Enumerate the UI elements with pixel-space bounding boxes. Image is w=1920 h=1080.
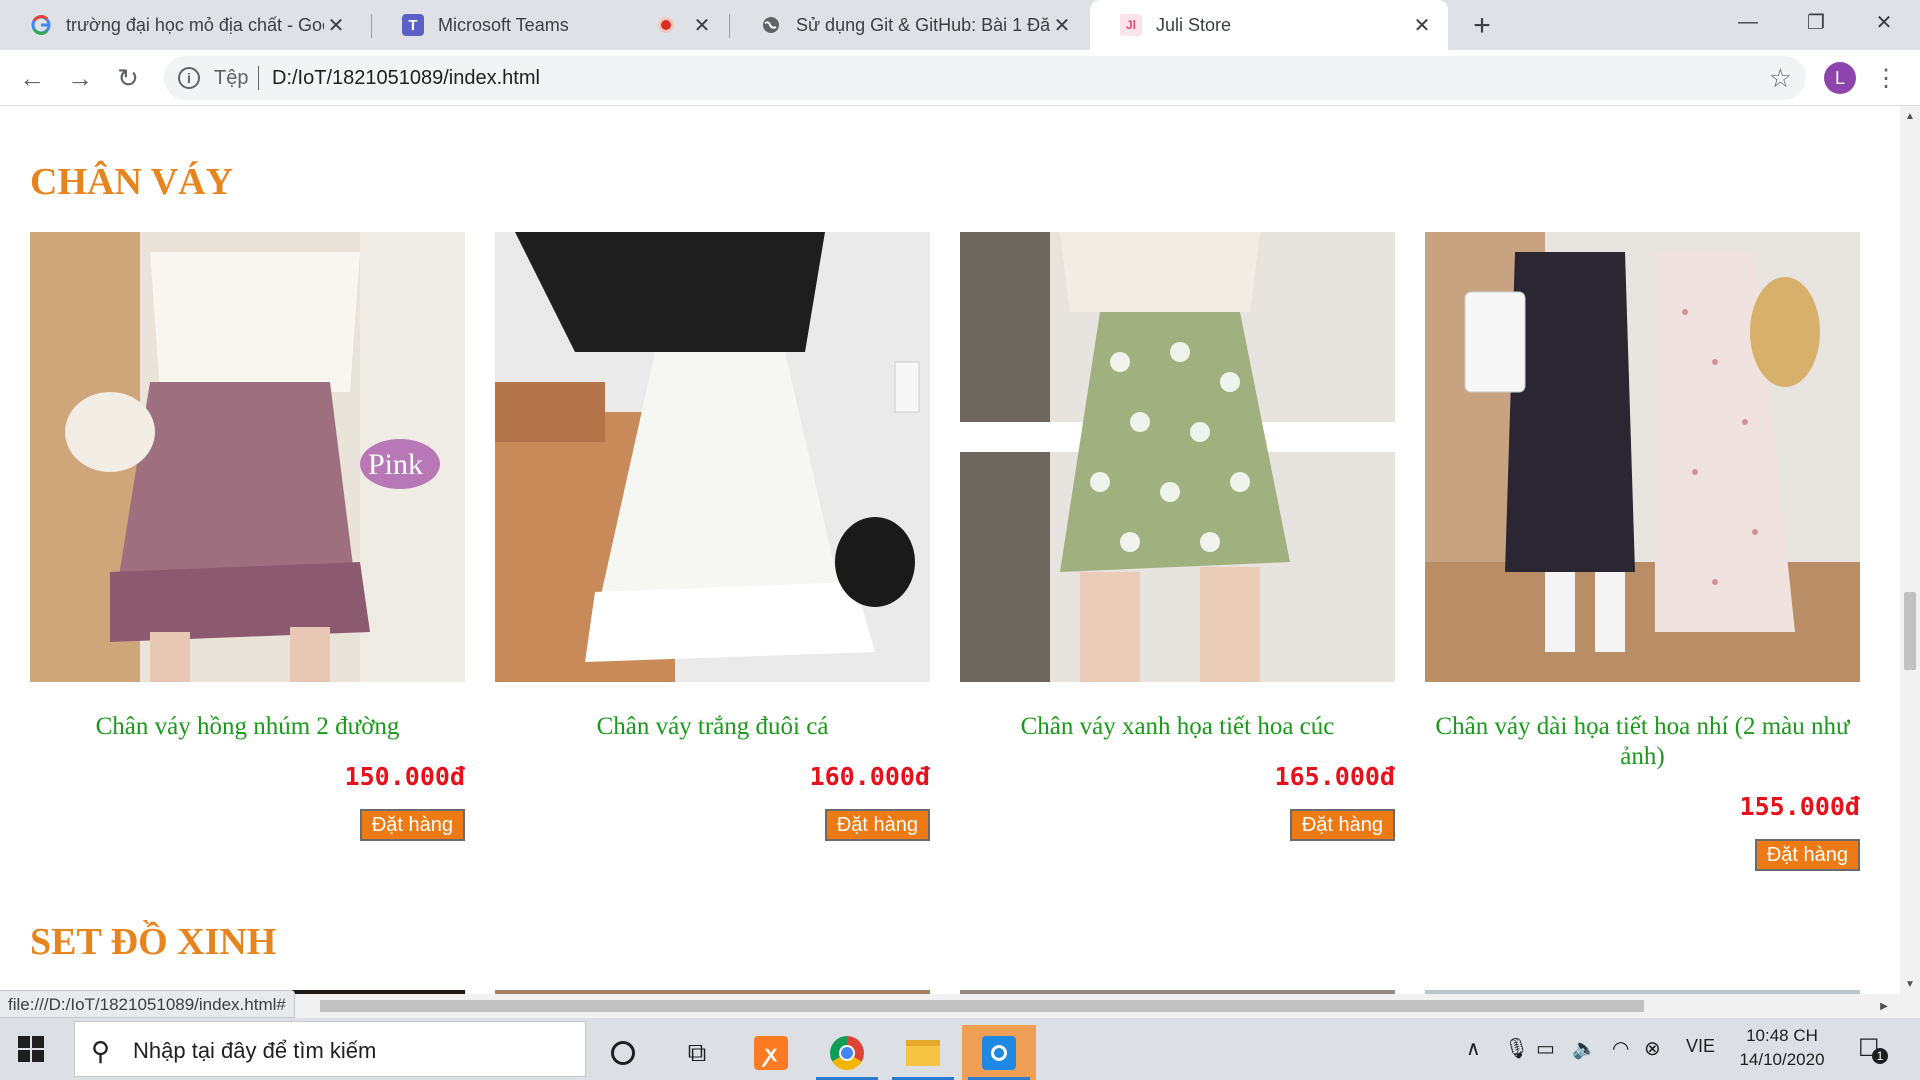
- clock-date: 14/10/2020: [1739, 1050, 1825, 1069]
- recording-icon: [658, 17, 674, 33]
- product-card: Chân váy xanh họa tiết hoa cúc 165.000đ …: [960, 232, 1395, 841]
- scroll-right-icon[interactable]: ▶: [1874, 994, 1894, 1018]
- restore-icon[interactable]: ❐: [1782, 0, 1850, 44]
- product-name[interactable]: Chân váy trắng đuôi cá: [495, 712, 930, 742]
- close-tab-icon[interactable]: ✕: [690, 13, 714, 37]
- tab-title: Sử dụng Git & GitHub: Bài 1 Đăng: [796, 14, 1050, 35]
- search-icon: ⚲: [91, 1036, 111, 1066]
- tab-title: trường đại học mỏ địa chất - Goo: [66, 14, 324, 35]
- scrollbar-thumb[interactable]: [320, 1000, 1644, 1012]
- order-button[interactable]: Đặt hàng: [359, 809, 465, 841]
- system-clock[interactable]: 10:48 CH 14/10/2020: [1730, 1024, 1834, 1072]
- product-price: 165.000đ: [1274, 762, 1395, 791]
- battery-icon[interactable]: ▭: [1536, 1036, 1555, 1061]
- product-image[interactable]: Pink: [30, 232, 465, 682]
- section-title-skirts: CHÂN VÁY: [30, 161, 234, 203]
- photo-overlay-label: Pink: [368, 448, 423, 481]
- cortana-icon[interactable]: [586, 1025, 660, 1080]
- browser-toolbar: ← → ↻ i Tệp D:/IoT/1821051089/index.html…: [0, 50, 1920, 106]
- xampp-icon[interactable]: ꭗ: [734, 1025, 808, 1080]
- forward-arrow-icon[interactable]: →: [62, 60, 98, 96]
- search-placeholder: Nhập tại đây để tìm kiếm: [133, 1038, 377, 1063]
- page-viewport: CHÂN VÁY Pink Chân váy hồng nhúm 2 đường…: [0, 106, 1900, 994]
- tab-strip: trường đại học mỏ địa chất - Goo ✕ T Mic…: [0, 0, 1920, 50]
- info-icon[interactable]: i: [178, 67, 200, 89]
- reload-icon[interactable]: ↻: [110, 60, 146, 96]
- vertical-scrollbar[interactable]: ▲ ▼: [1900, 106, 1920, 994]
- product-name[interactable]: Chân váy hồng nhúm 2 đường: [30, 712, 465, 742]
- globe-icon: [760, 14, 782, 36]
- close-tab-icon[interactable]: ✕: [1050, 13, 1074, 37]
- minimize-icon[interactable]: —: [1714, 0, 1782, 44]
- product-card: Chân váy dài họa tiết hoa nhí (2 màu như…: [1425, 232, 1860, 871]
- teams-icon: T: [402, 14, 424, 36]
- tab-microsoft-teams[interactable]: T Microsoft Teams ✕: [372, 0, 728, 50]
- volume-icon[interactable]: 🔈: [1572, 1036, 1597, 1061]
- product-price: 150.000đ: [344, 762, 465, 791]
- site-favicon-icon: Jl: [1120, 14, 1142, 36]
- action-center-icon[interactable]: ☐ 1: [1858, 1034, 1888, 1064]
- scheme-label: Tệp: [214, 67, 249, 89]
- profile-avatar[interactable]: L: [1824, 62, 1856, 94]
- taskbar-search-box[interactable]: ⚲ Nhập tại đây để tìm kiếm: [74, 1021, 586, 1077]
- bookmark-star-icon[interactable]: ☆: [1769, 63, 1792, 94]
- tab-google-search[interactable]: trường đại học mỏ địa chất - Goo ✕: [0, 0, 362, 50]
- file-explorer-icon[interactable]: [886, 1025, 960, 1080]
- product-name[interactable]: Chân váy dài họa tiết hoa nhí (2 màu như…: [1425, 712, 1860, 772]
- windows-start-icon[interactable]: [18, 1036, 44, 1062]
- show-hidden-icons-chevron-icon[interactable]: ∧: [1466, 1036, 1481, 1061]
- order-button[interactable]: Đặt hàng: [1289, 809, 1395, 841]
- url-text[interactable]: D:/IoT/1821051089/index.html: [272, 67, 540, 90]
- address-bar[interactable]: i Tệp D:/IoT/1821051089/index.html ☆: [164, 56, 1806, 100]
- product-card: Chân váy trắng đuôi cá 160.000đ Đặt hàng: [495, 232, 930, 841]
- tab-title: Juli Store: [1156, 14, 1232, 35]
- running-app-icon[interactable]: [962, 1025, 1036, 1080]
- product-price: 155.000đ: [1739, 792, 1860, 821]
- scroll-down-icon[interactable]: ▼: [1900, 974, 1920, 994]
- close-tab-icon[interactable]: ✕: [1410, 13, 1434, 37]
- order-button[interactable]: Đặt hàng: [824, 809, 930, 841]
- google-icon: [30, 14, 52, 36]
- more-menu-icon[interactable]: ⋮: [1874, 60, 1898, 96]
- language-indicator[interactable]: VIE: [1686, 1036, 1715, 1057]
- close-tab-icon[interactable]: ✕: [324, 13, 348, 37]
- windows-taskbar: ⚲ Nhập tại đây để tìm kiếm ⧉ ꭗ ∧ 🎙 ▭ 🔈 ◠…: [0, 1018, 1920, 1080]
- back-arrow-icon[interactable]: ←: [14, 60, 50, 96]
- product-image[interactable]: [495, 232, 930, 682]
- product-image[interactable]: [1425, 232, 1860, 682]
- link-status-bubble: file:///D:/IoT/1821051089/index.html#: [0, 990, 295, 1018]
- section-title-outfit-sets: SET ĐỒ XINH: [30, 921, 277, 963]
- tab-juli-store[interactable]: Jl Juli Store ✕: [1090, 0, 1448, 50]
- tab-title: Microsoft Teams: [438, 14, 569, 35]
- chrome-icon[interactable]: [810, 1025, 884, 1080]
- scrollbar-thumb[interactable]: [1904, 592, 1916, 670]
- product-image[interactable]: [960, 232, 1395, 682]
- blocked-icon[interactable]: ⊗: [1644, 1036, 1661, 1061]
- clock-time: 10:48 CH: [1746, 1026, 1818, 1045]
- address-divider: [258, 66, 259, 90]
- task-view-icon[interactable]: ⧉: [660, 1025, 734, 1080]
- product-card: Pink Chân váy hồng nhúm 2 đường 150.000đ…: [30, 232, 465, 841]
- product-price: 160.000đ: [809, 762, 930, 791]
- network-icon[interactable]: ◠: [1612, 1036, 1629, 1061]
- tab-git-github[interactable]: Sử dụng Git & GitHub: Bài 1 Đăng ✕: [730, 0, 1088, 50]
- scroll-up-icon[interactable]: ▲: [1900, 106, 1920, 126]
- close-window-icon[interactable]: ✕: [1850, 0, 1918, 44]
- product-name[interactable]: Chân váy xanh họa tiết hoa cúc: [960, 712, 1395, 742]
- order-button[interactable]: Đặt hàng: [1754, 839, 1860, 871]
- notification-count: 1: [1872, 1048, 1888, 1064]
- new-tab-icon[interactable]: +: [1466, 9, 1498, 42]
- microphone-icon[interactable]: 🎙: [1504, 1036, 1529, 1061]
